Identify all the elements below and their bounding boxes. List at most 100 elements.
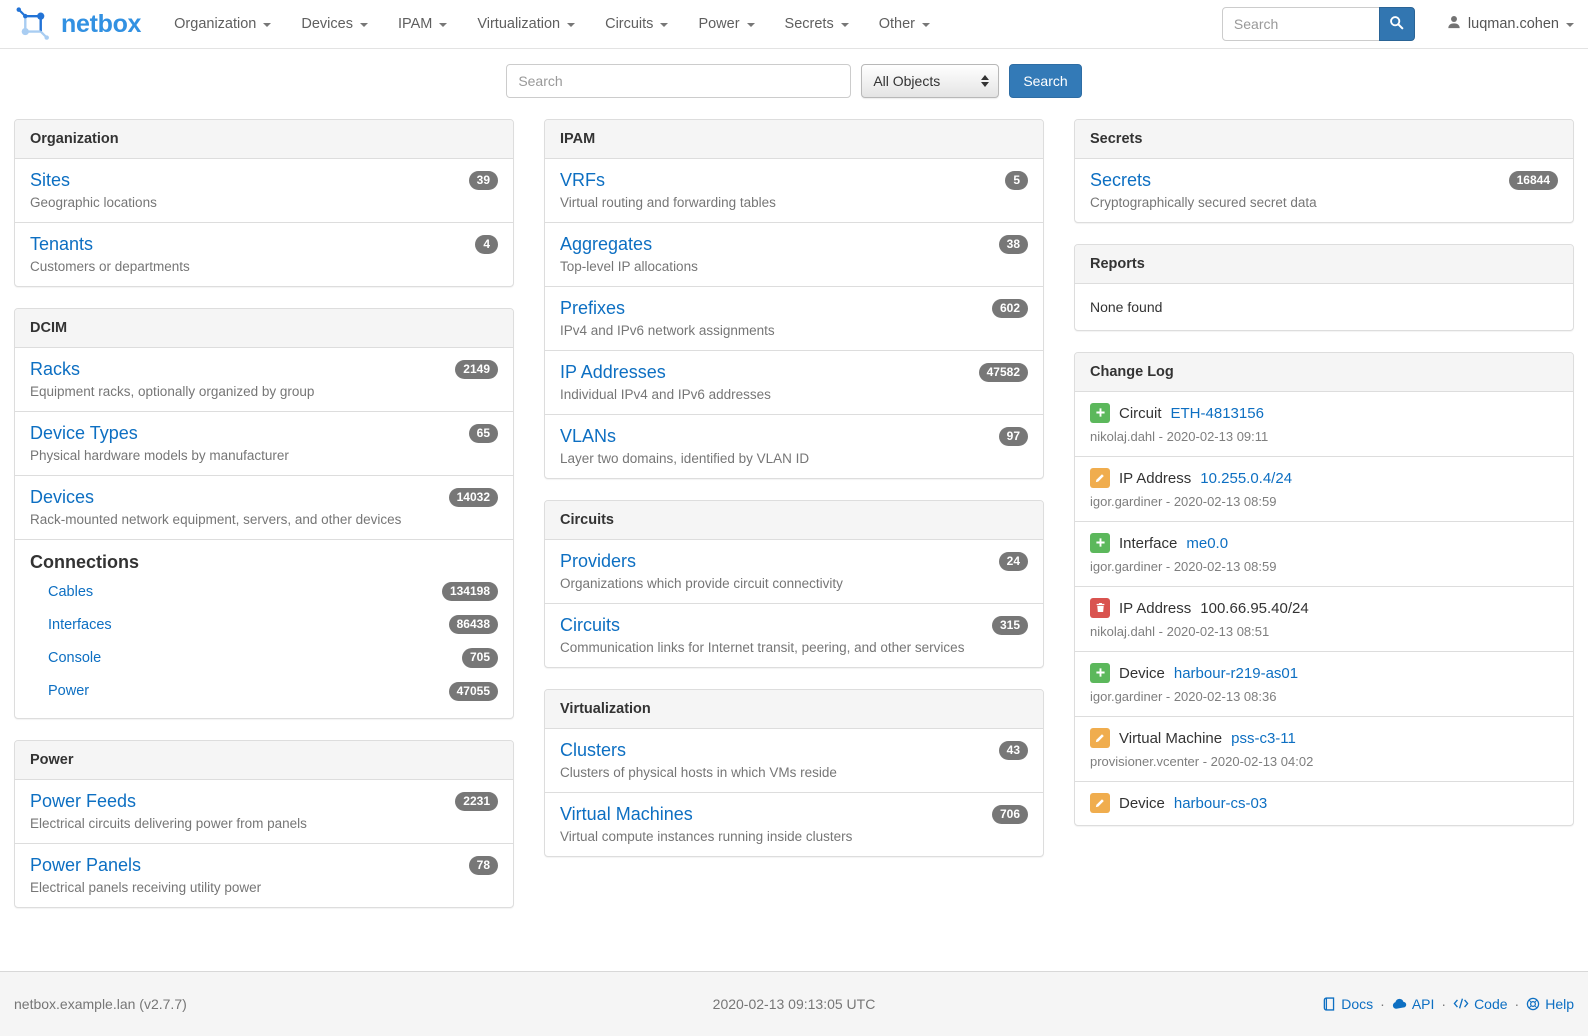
- user-menu[interactable]: luqman.cohen: [1447, 15, 1574, 33]
- change-object-type: IP Address: [1119, 470, 1191, 487]
- chevron-down-icon: [841, 23, 849, 27]
- navbar-search-button[interactable]: [1379, 7, 1415, 41]
- footer-link-separator: ·: [1380, 996, 1385, 1012]
- netbox-brand-link[interactable]: netbox: [14, 5, 141, 44]
- list-item-head: VLANs97: [560, 426, 1028, 447]
- footer-link-code[interactable]: Code: [1453, 996, 1507, 1012]
- devices-link[interactable]: Devices: [30, 487, 94, 508]
- item-description: Organizations which provide circuit conn…: [560, 576, 1028, 591]
- sites-link[interactable]: Sites: [30, 170, 70, 191]
- item-description: Virtual compute instances running inside…: [560, 829, 1028, 844]
- footer-link-docs[interactable]: Docs: [1322, 996, 1373, 1012]
- panel-empty-text: None found: [1075, 284, 1573, 330]
- prefixes-link[interactable]: Prefixes: [560, 298, 625, 319]
- username: luqman.cohen: [1468, 16, 1559, 32]
- power-connection-link[interactable]: Power: [48, 683, 89, 699]
- changelog-item: Deviceharbour-r219-as01 igor.gardiner - 2…: [1075, 651, 1573, 716]
- footer-link-help[interactable]: Help: [1526, 996, 1574, 1012]
- user-icon: [1447, 15, 1461, 33]
- nav-item-secrets[interactable]: Secrets: [770, 0, 864, 48]
- console-connection-link[interactable]: Console: [48, 650, 101, 666]
- cloud-icon: [1392, 997, 1407, 1010]
- connection-row: Cables 134198: [30, 575, 498, 608]
- change-object-link[interactable]: me0.0: [1186, 535, 1228, 552]
- interfaces-connection-link[interactable]: Interfaces: [48, 617, 112, 633]
- nav-item-organization[interactable]: Organization: [159, 0, 286, 48]
- providers-link[interactable]: Providers: [560, 551, 636, 572]
- racks-link[interactable]: Racks: [30, 359, 80, 380]
- nav-item-label: Secrets: [785, 16, 834, 32]
- change-object-link[interactable]: harbour-cs-03: [1174, 795, 1267, 812]
- item-count-badge: 315: [992, 616, 1028, 635]
- nav-item-virtualization[interactable]: Virtualization: [462, 0, 590, 48]
- virtual-machines-link[interactable]: Virtual Machines: [560, 804, 693, 825]
- list-item-head: Racks 2149: [30, 359, 498, 380]
- changelog-item-head: Virtual Machine pss-c3-11: [1090, 728, 1558, 748]
- footer-link-label: Docs: [1341, 996, 1373, 1012]
- panel-power: PowerPower Feeds2231Electrical circuits …: [14, 740, 514, 908]
- object-type-select[interactable]: All Objects: [861, 64, 999, 98]
- device-types-link[interactable]: Device Types: [30, 423, 138, 444]
- change-object-link[interactable]: ETH-4813156: [1171, 405, 1264, 422]
- tenants-link[interactable]: Tenants: [30, 234, 93, 255]
- list-item: Devices14032Rack-mounted network equipme…: [15, 475, 513, 539]
- change-object-type: Virtual Machine: [1119, 730, 1222, 747]
- change-object-link[interactable]: harbour-r219-as01: [1174, 665, 1298, 682]
- item-description: Electrical circuits delivering power fro…: [30, 816, 498, 831]
- list-item: Racks2149Equipment racks, optionally org…: [15, 348, 513, 411]
- panel-reports: ReportsNone found: [1074, 244, 1574, 331]
- list-item: Sites39Geographic locations: [15, 159, 513, 222]
- change-action-badge: [1090, 468, 1110, 488]
- circuits-link[interactable]: Circuits: [560, 615, 620, 636]
- change-object-link[interactable]: 10.255.0.4/24: [1200, 470, 1292, 487]
- item-count-badge: 2149: [455, 360, 498, 379]
- search-submit-button[interactable]: Search: [1009, 64, 1081, 98]
- list-item-head: Aggregates38: [560, 234, 1028, 255]
- ip-addresses-link[interactable]: IP Addresses: [560, 362, 666, 383]
- secrets-link[interactable]: Secrets: [1090, 170, 1151, 191]
- vlans-link[interactable]: VLANs: [560, 426, 616, 447]
- change-object-link[interactable]: pss-c3-11: [1231, 730, 1296, 747]
- navbar-search-input[interactable]: [1222, 7, 1380, 41]
- change-meta: provisioner.vcenter - 2020-02-13 04:02: [1090, 754, 1558, 769]
- changelog-item-head: Deviceharbour-r219-as01: [1090, 663, 1558, 683]
- list-item: VRFs5Virtual routing and forwarding tabl…: [545, 159, 1043, 222]
- nav-item-circuits[interactable]: Circuits: [590, 0, 683, 48]
- cables-connection-link[interactable]: Cables: [48, 584, 93, 600]
- list-item-head: Power Panels78: [30, 855, 498, 876]
- changelog-item-head: Interfaceme0.0: [1090, 533, 1558, 553]
- change-object-type: IP Address: [1119, 600, 1191, 617]
- object-type-selected-value: All Objects: [873, 73, 940, 89]
- changelog-item: Virtual Machine pss-c3-11 provisioner.vcen…: [1075, 716, 1573, 781]
- aggregates-link[interactable]: Aggregates: [560, 234, 652, 255]
- chevron-down-icon: [263, 23, 271, 27]
- chevron-down-icon: [567, 23, 575, 27]
- global-search-input[interactable]: [506, 64, 851, 98]
- vrfs-link[interactable]: VRFs: [560, 170, 605, 191]
- nav-item-devices[interactable]: Devices: [286, 0, 383, 48]
- panel-change-log: Change LogCircuitETH-4813156nikolaj.dahl…: [1074, 352, 1574, 826]
- change-meta: igor.gardiner - 2020-02-13 08:59: [1090, 559, 1558, 574]
- connection-count-badge: 134198: [442, 582, 498, 601]
- change-meta: igor.gardiner - 2020-02-13 08:36: [1090, 689, 1558, 704]
- change-object-type: Device: [1119, 795, 1165, 812]
- item-count-badge: 16844: [1509, 171, 1558, 190]
- power-panels-link[interactable]: Power Panels: [30, 855, 141, 876]
- item-count-badge: 706: [992, 805, 1028, 824]
- list-item-head: Virtual Machines 706: [560, 804, 1028, 825]
- panel-title: IPAM: [545, 120, 1043, 159]
- nav-item-other[interactable]: Other: [864, 0, 945, 48]
- connection-count-badge: 705: [462, 648, 498, 667]
- nav-item-power[interactable]: Power: [683, 0, 769, 48]
- primary-nav: OrganizationDevicesIPAMVirtualizationCir…: [159, 0, 945, 48]
- footer-link-api[interactable]: API: [1392, 996, 1435, 1012]
- list-item: Providers24Organizations which provide c…: [545, 540, 1043, 603]
- power-feeds-link[interactable]: Power Feeds: [30, 791, 136, 812]
- changelog-item-head: IP Address 10.255.0.4/24: [1090, 468, 1558, 488]
- changelog-item: CircuitETH-4813156nikolaj.dahl - 2020-02…: [1075, 392, 1573, 456]
- nav-item-ipam[interactable]: IPAM: [383, 0, 462, 48]
- clusters-link[interactable]: Clusters: [560, 740, 626, 761]
- panel-title: Organization: [15, 120, 513, 159]
- change-object-name: 100.66.95.40/24: [1200, 600, 1308, 617]
- list-item: Prefixes602IPv4 and IPv6 network assignm…: [545, 286, 1043, 350]
